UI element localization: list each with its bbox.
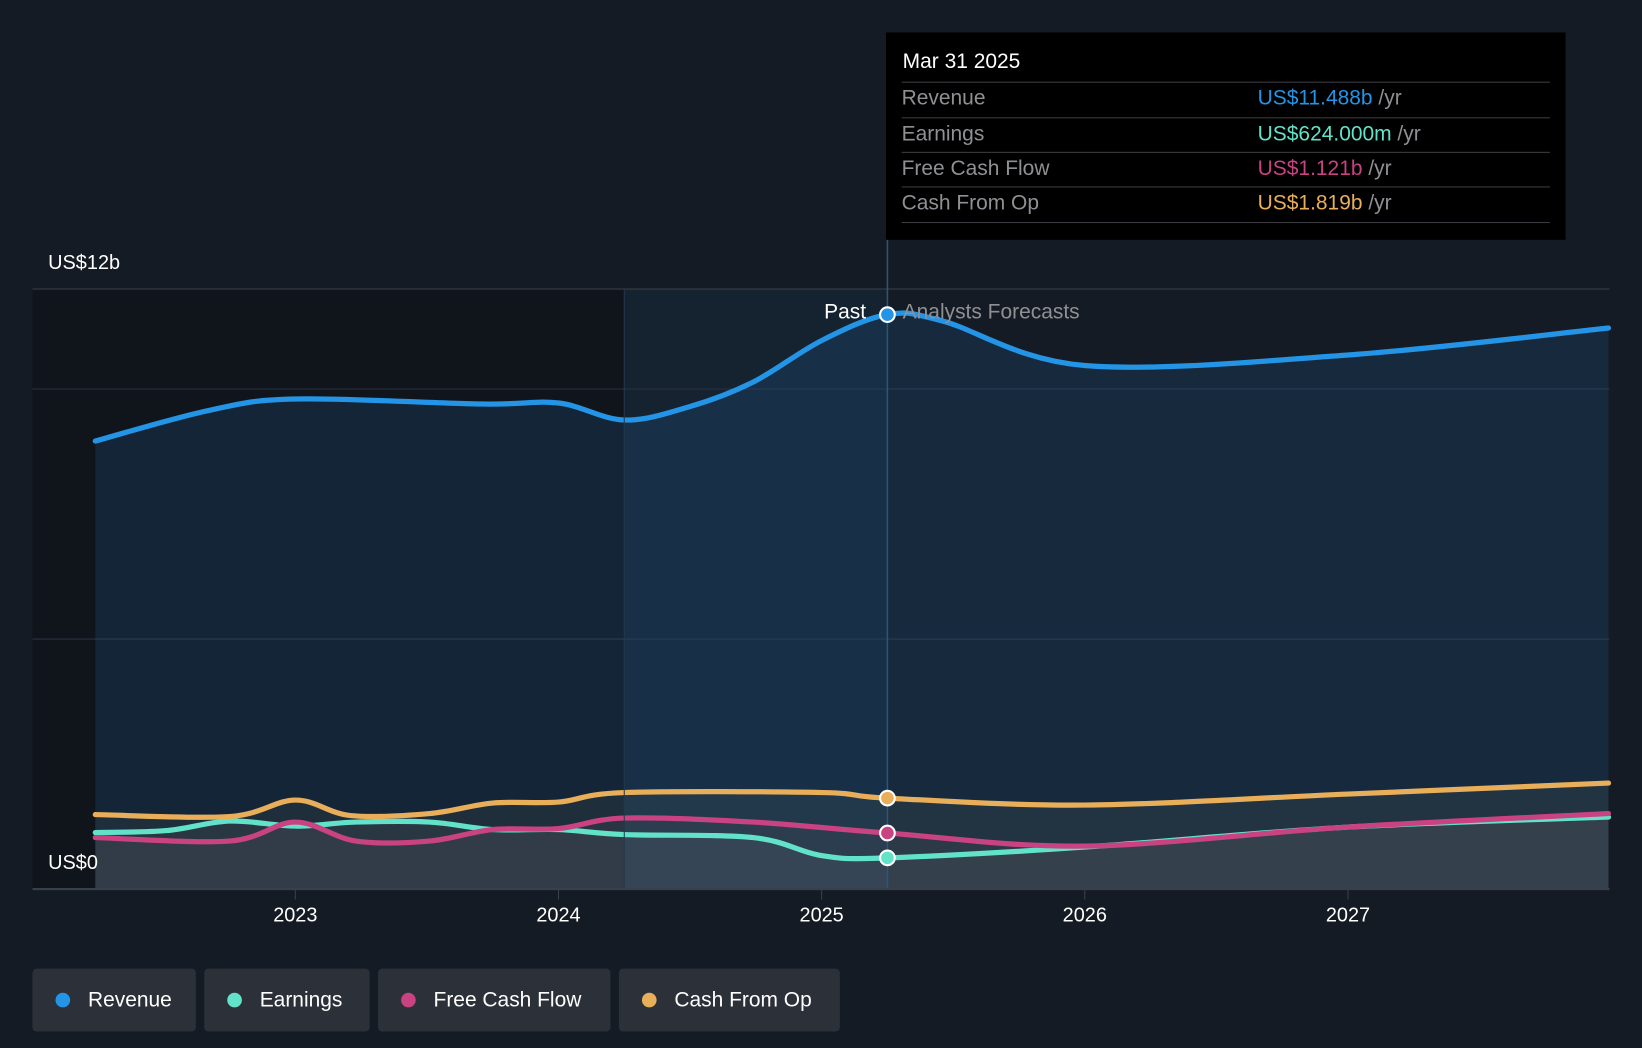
legend-dot-icon (641, 992, 657, 1008)
tooltip-unit: /yr (1397, 122, 1421, 146)
legend-cash-from-op[interactable]: Cash From Op (618, 968, 840, 1032)
tooltip-label: Free Cash Flow (901, 157, 1050, 181)
tooltip-label: Cash From Op (901, 191, 1039, 215)
tooltip-value: US$1.121b (1257, 157, 1363, 181)
legend-dot-icon (55, 992, 71, 1008)
legend-dot-icon (227, 992, 242, 1008)
legend-dot-icon (401, 992, 416, 1008)
past-label: Past (824, 300, 867, 324)
legend-revenue[interactable]: Revenue (32, 968, 196, 1032)
y-tick-label-top: US$12b (48, 252, 121, 275)
x-tick-label: 2025 (800, 905, 844, 927)
tooltip-value: US$11.488b (1257, 86, 1373, 110)
x-tick-label: 2027 (1326, 905, 1370, 927)
data-point-free-cash-flow (879, 824, 896, 842)
x-tick-label: 2023 (273, 905, 317, 927)
tooltip-row-fcf: Free Cash Flow US$1.121b /yr (901, 151, 1550, 188)
forecast-label: Analysts Forecasts (902, 300, 1080, 324)
tooltip-row-cfo: Cash From Op US$1.819b /yr (901, 186, 1550, 222)
tooltip-date: Mar 31 2025 (902, 50, 1021, 74)
data-point-cash-from-op (879, 789, 896, 807)
tooltip-label: Earnings (901, 122, 985, 146)
x-tick-label: 2026 (1063, 905, 1107, 927)
legend-label: Revenue (87, 988, 172, 1012)
tooltip-row-revenue: Revenue US$11.488b /yr (901, 81, 1550, 118)
tooltip-unit: /yr (1368, 157, 1392, 181)
data-point-earnings (879, 849, 896, 867)
tooltip-unit: /yr (1368, 191, 1392, 215)
tooltip-unit: /yr (1378, 86, 1402, 110)
legend-free-cash-flow[interactable]: Free Cash Flow (378, 968, 611, 1032)
x-tick-label: 2024 (536, 905, 580, 927)
data-point-revenue (879, 306, 896, 324)
tooltip: Mar 31 2025 Revenue US$11.488b /yr Earni… (885, 32, 1566, 240)
past-area-overlay (96, 289, 887, 889)
tooltip-row-earnings: Earnings US$624.000m /yr (901, 117, 1550, 153)
legend-label: Free Cash Flow (433, 988, 582, 1012)
y-tick-label-zero: US$0 (48, 852, 98, 875)
tooltip-label: Revenue (901, 86, 986, 110)
tooltip-value: US$624.000m (1257, 122, 1392, 146)
tooltip-divider (901, 222, 1550, 224)
legend-label: Cash From Op (674, 988, 812, 1012)
chart-container: 2023 2024 2025 2026 2027 US$12b US$0 Past An… (0, 0, 1642, 1048)
tooltip-value: US$1.819b (1257, 191, 1363, 215)
legend-label: Earnings (259, 988, 343, 1012)
legend-earnings[interactable]: Earnings (204, 968, 370, 1032)
